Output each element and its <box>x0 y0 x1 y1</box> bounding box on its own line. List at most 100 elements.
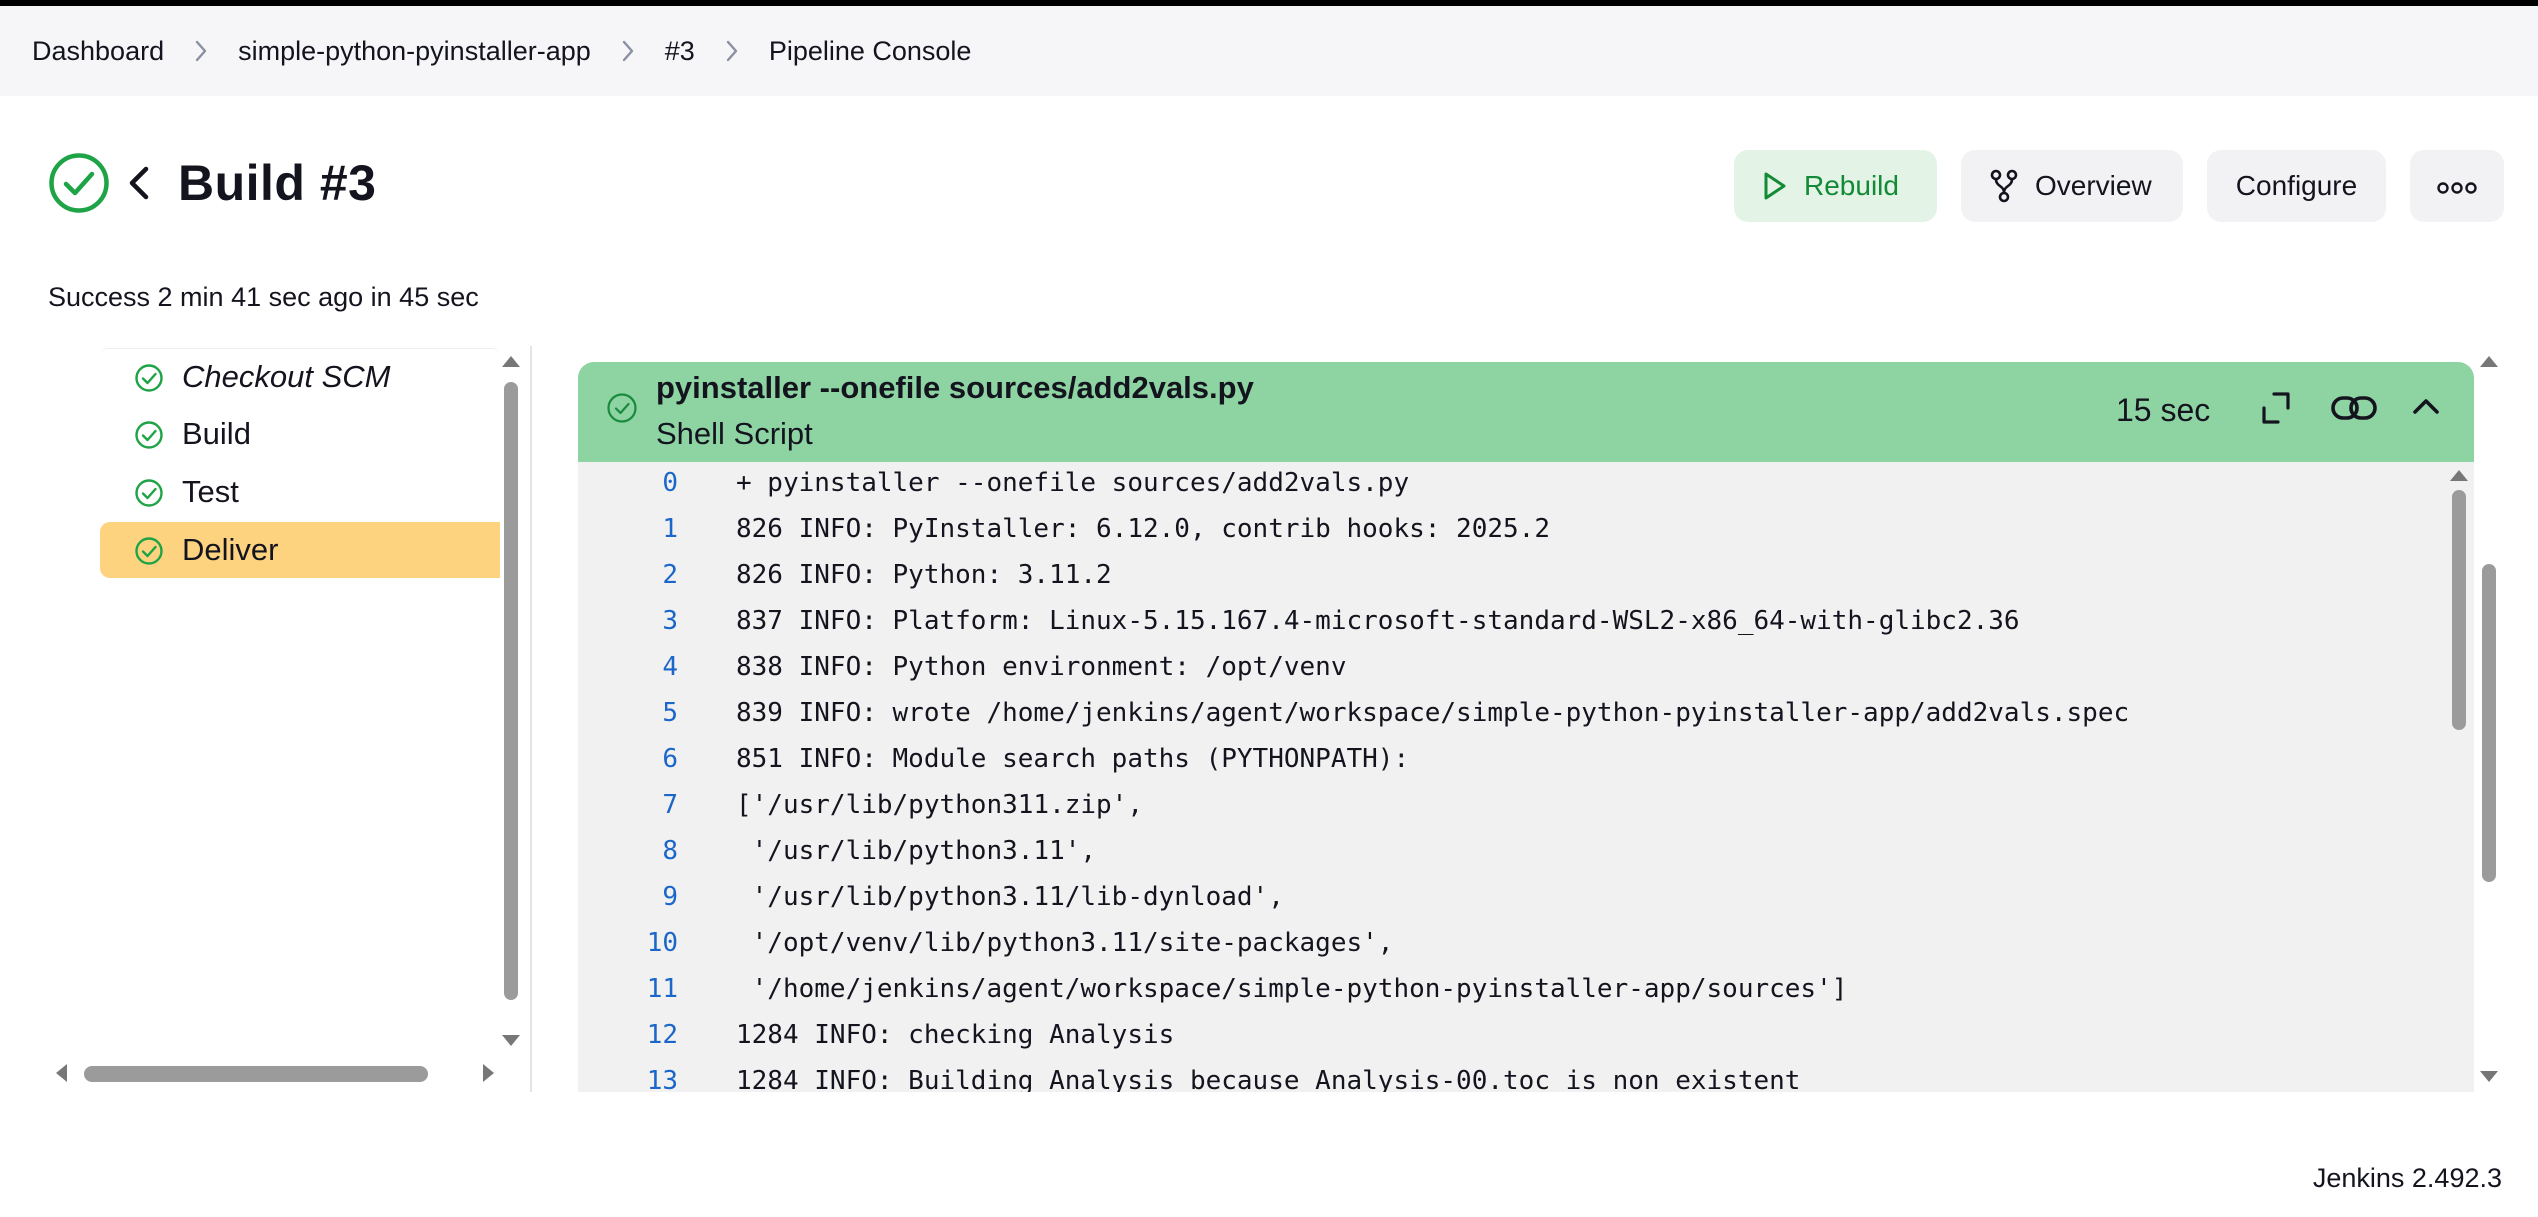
line-text: 1284 INFO: Building Analysis because Ana… <box>736 1066 1801 1092</box>
chevron-right-icon <box>164 38 238 64</box>
scroll-up-icon[interactable] <box>502 356 520 367</box>
stage-item-build[interactable]: Build <box>100 406 500 462</box>
breadcrumb-build[interactable]: #3 <box>665 36 695 67</box>
jenkins-version[interactable]: Jenkins 2.492.3 <box>2313 1163 2502 1194</box>
line-number[interactable]: 13 <box>578 1066 678 1092</box>
step-log-panel: pyinstaller --onefile sources/add2vals.p… <box>578 362 2474 1092</box>
breadcrumb-dashboard[interactable]: Dashboard <box>32 36 164 67</box>
scroll-down-icon[interactable] <box>502 1035 520 1046</box>
branch-icon <box>1989 169 2019 203</box>
log-line: 4 838 INFO: Python environment: /opt/venv <box>578 652 2444 698</box>
line-text: '/opt/venv/lib/python3.11/site-packages'… <box>736 928 1394 958</box>
check-circle-icon <box>134 363 164 393</box>
line-number[interactable]: 10 <box>578 928 678 958</box>
breadcrumb-pipeline-console[interactable]: Pipeline Console <box>769 36 972 67</box>
panel-divider <box>530 346 532 1092</box>
scroll-up-icon[interactable] <box>2450 470 2468 481</box>
configure-label: Configure <box>2235 170 2358 201</box>
ellipsis-icon <box>2436 170 2478 202</box>
log-line: 12 1284 INFO: checking Analysis <box>578 1020 2444 1066</box>
stage-label: Build <box>182 416 251 451</box>
log-line: 11 '/home/jenkins/agent/workspace/simple… <box>578 974 2444 1020</box>
stage-sidebar: Checkout SCM Build Test Deliver <box>48 346 530 1092</box>
scroll-left-icon[interactable] <box>56 1064 67 1082</box>
page-vertical-scrollbar[interactable] <box>2476 352 2502 1092</box>
link-icon[interactable] <box>2330 390 2378 426</box>
line-text: '/usr/lib/python3.11/lib-dynload', <box>736 882 1284 912</box>
line-text: ['/usr/lib/python311.zip', <box>736 790 1143 820</box>
play-icon <box>1762 171 1788 201</box>
stage-item-deliver[interactable]: Deliver <box>100 522 500 578</box>
step-subtitle: Shell Script <box>656 416 813 451</box>
line-number[interactable]: 11 <box>578 974 678 1004</box>
line-number[interactable]: 2 <box>578 560 678 590</box>
line-text: '/usr/lib/python3.11', <box>736 836 1097 866</box>
chevron-right-icon <box>695 38 769 64</box>
stage-item-test[interactable]: Test <box>100 464 500 520</box>
log-line: 3 837 INFO: Platform: Linux-5.15.167.4-mi… <box>578 606 2444 652</box>
check-circle-icon <box>134 536 164 566</box>
overview-button[interactable]: Overview <box>1961 150 2183 222</box>
more-actions-button[interactable] <box>2410 150 2504 222</box>
line-number[interactable]: 0 <box>578 468 678 498</box>
log-line: 1 826 INFO: PyInstaller: 6.12.0, contrib … <box>578 514 2444 560</box>
line-number[interactable]: 5 <box>578 698 678 728</box>
back-chevron-icon[interactable] <box>124 163 154 203</box>
scrollbar-thumb[interactable] <box>84 1066 428 1082</box>
scrollbar-thumb[interactable] <box>2452 490 2466 730</box>
log-line: 5 839 INFO: wrote /home/jenkins/agent/wor… <box>578 698 2444 744</box>
line-number[interactable]: 1 <box>578 514 678 544</box>
log-line: 10 '/opt/venv/lib/python3.11/site-packag… <box>578 928 2444 974</box>
line-number[interactable]: 3 <box>578 606 678 636</box>
check-circle-icon <box>48 152 110 214</box>
stage-list-horizontal-scrollbar[interactable] <box>48 1062 494 1084</box>
step-header[interactable]: pyinstaller --onefile sources/add2vals.p… <box>578 362 2474 462</box>
line-number[interactable]: 6 <box>578 744 678 774</box>
check-circle-icon <box>134 420 164 450</box>
line-text: 837 INFO: Platform: Linux-5.15.167.4-mic… <box>736 606 2020 636</box>
stage-label: Deliver <box>182 532 279 567</box>
log-vertical-scrollbar[interactable] <box>2444 462 2474 1092</box>
line-text: 826 INFO: PyInstaller: 6.12.0, contrib h… <box>736 514 1550 544</box>
chevron-up-icon[interactable] <box>2410 392 2442 422</box>
breadcrumb: Dashboard simple-python-pyinstaller-app … <box>32 6 971 96</box>
line-number[interactable]: 7 <box>578 790 678 820</box>
scroll-up-icon[interactable] <box>2480 356 2498 367</box>
log-line: 2 826 INFO: Python: 3.11.2 <box>578 560 2444 606</box>
step-title: pyinstaller --onefile sources/add2vals.p… <box>656 370 1254 405</box>
breadcrumb-job[interactable]: simple-python-pyinstaller-app <box>238 36 591 67</box>
check-circle-icon <box>134 478 164 508</box>
step-duration: 15 sec <box>2116 392 2211 428</box>
expand-icon[interactable] <box>2258 388 2294 428</box>
stage-list-vertical-scrollbar[interactable] <box>500 346 522 1046</box>
stage-item-checkout-scm[interactable]: Checkout SCM <box>100 348 500 404</box>
scroll-down-icon[interactable] <box>2480 1071 2498 1082</box>
line-text: + pyinstaller --onefile sources/add2vals… <box>736 468 1410 498</box>
line-text: 851 INFO: Module search paths (PYTHONPAT… <box>736 744 1410 774</box>
log-line: 9 '/usr/lib/python3.11/lib-dynload', <box>578 882 2444 928</box>
log-line: 6 851 INFO: Module search paths (PYTHONPA… <box>578 744 2444 790</box>
scroll-right-icon[interactable] <box>483 1064 494 1082</box>
stage-label: Test <box>182 474 239 509</box>
stage-label: Checkout SCM <box>182 358 391 394</box>
overview-label: Overview <box>2035 170 2152 201</box>
rebuild-button[interactable]: Rebuild <box>1734 150 1937 222</box>
line-text: '/home/jenkins/agent/workspace/simple-py… <box>736 974 1848 1004</box>
check-circle-icon <box>606 392 638 424</box>
line-number[interactable]: 4 <box>578 652 678 682</box>
rebuild-label: Rebuild <box>1804 170 1899 201</box>
log-line: 7 ['/usr/lib/python311.zip', <box>578 790 2444 836</box>
line-number[interactable]: 8 <box>578 836 678 866</box>
line-text: 826 INFO: Python: 3.11.2 <box>736 560 1112 590</box>
configure-button[interactable]: Configure <box>2207 150 2386 222</box>
build-actions: Rebuild Overview Configure <box>1734 150 2504 222</box>
scrollbar-thumb[interactable] <box>2482 564 2496 882</box>
build-title-row: Build #3 <box>48 152 376 214</box>
stage-list: Checkout SCM Build Test Deliver <box>100 348 500 580</box>
scrollbar-thumb[interactable] <box>504 382 518 1000</box>
line-text: 839 INFO: wrote /home/jenkins/agent/work… <box>736 698 2130 728</box>
line-text: 838 INFO: Python environment: /opt/venv <box>736 652 1347 682</box>
line-number[interactable]: 9 <box>578 882 678 912</box>
breadcrumb-bar: Dashboard simple-python-pyinstaller-app … <box>0 6 2538 96</box>
line-number[interactable]: 12 <box>578 1020 678 1050</box>
